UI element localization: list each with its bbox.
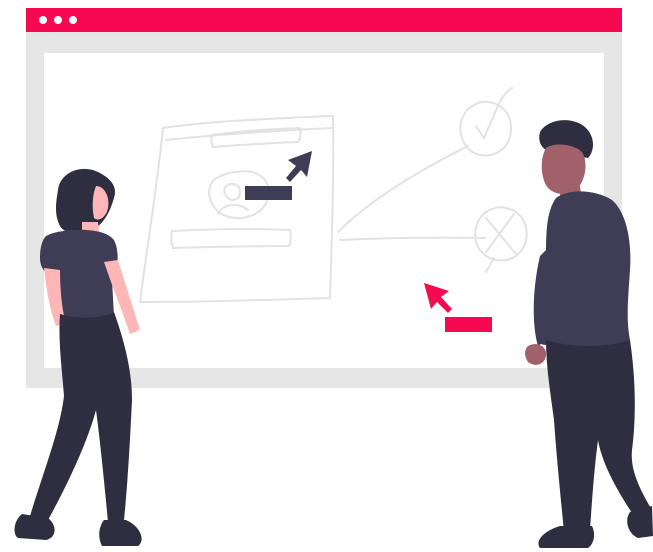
accent-label-bar <box>445 317 492 332</box>
ui-review-illustration <box>14 8 653 548</box>
man-hand <box>525 344 546 365</box>
window-dot <box>54 16 62 24</box>
three-dots-icon <box>39 16 77 24</box>
woman-shoe-right <box>99 520 142 546</box>
dark-label-bar <box>245 186 292 200</box>
window-dot <box>69 16 77 24</box>
window-dot <box>39 16 47 24</box>
man-shoe-left <box>538 526 595 548</box>
man-sweater <box>540 191 631 349</box>
window-titlebar <box>26 8 622 32</box>
man-pants <box>546 340 652 532</box>
illustration-scene <box>0 0 653 552</box>
